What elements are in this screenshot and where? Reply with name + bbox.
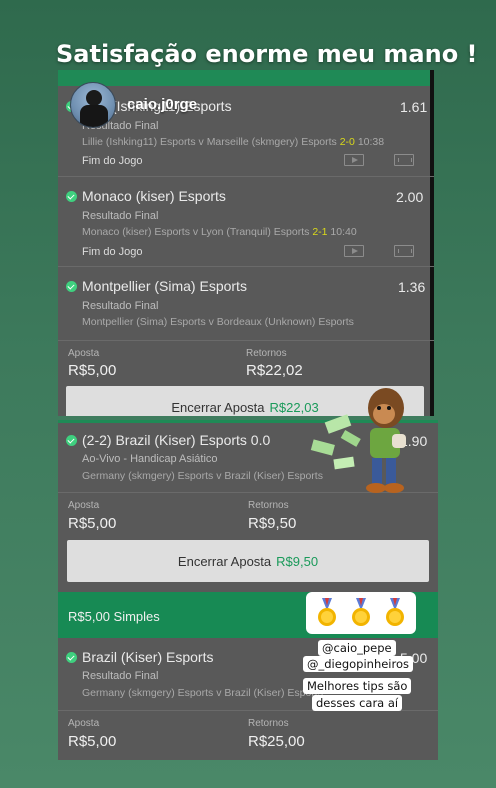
fixture-score: 2-0 [339, 136, 355, 148]
selection-row: Monaco (kiser) Esports 2.00 Resultado Fi… [58, 176, 434, 266]
stake-value: R$5,00 [68, 362, 117, 379]
market-name: Resultado Final [82, 670, 159, 682]
returns-value: R$9,50 [248, 515, 297, 532]
stake-value: R$5,00 [68, 515, 117, 532]
medal-icon [318, 598, 336, 626]
match-stats-icon[interactable] [394, 245, 414, 257]
fixture-teams: Monaco (kiser) Esports v Lyon (Tranquil)… [82, 226, 310, 238]
selection-odds: 1.36 [398, 279, 426, 295]
story-title: Satisfação enorme meu mano ! [56, 40, 478, 68]
returns-label: Retornos [248, 718, 289, 729]
medals-sticker [306, 592, 416, 634]
selection-odds: 2.00 [396, 189, 424, 205]
fixture-text: Germany (skmgery) Esports v Brazil (Kise… [82, 470, 323, 482]
fixture-time: 10:40 [330, 226, 357, 238]
stake-label: Aposta [68, 348, 100, 359]
caption-text: Melhores tips são [303, 678, 412, 694]
check-circle-icon [66, 281, 77, 292]
selection-name: Brazil (Kiser) Esports [82, 649, 214, 665]
market-name: Resultado Final [82, 300, 159, 312]
caption-text: desses cara aí [312, 695, 403, 711]
returns-label: Retornos [246, 348, 287, 359]
returns-value: R$22,02 [246, 362, 303, 379]
fixture-time: 10:38 [357, 136, 385, 148]
fixture-text: Lillie (Ishking11) Esports v Marseille (… [82, 136, 384, 148]
returns-value: R$25,00 [248, 733, 305, 750]
cashout-amount: R$9,50 [276, 553, 319, 569]
match-status: Fim do Jogo [82, 155, 143, 167]
medal-icon [352, 598, 370, 626]
returns-label: Retornos [248, 500, 289, 511]
check-circle-icon [66, 652, 77, 663]
fixture-score: 2-1 [312, 226, 328, 238]
market-name: Ao-Vivo - Handicap Asiático [82, 453, 218, 465]
selection-row: Montpellier (Sima) Esports 1.36 Resultad… [58, 266, 434, 340]
market-name: Resultado Final [82, 210, 159, 222]
medal-icon [386, 598, 404, 626]
top-bar [58, 70, 434, 86]
bet-header-label: R$5,00 Simples [68, 609, 160, 624]
cashout-label: Encerrar Aposta [177, 553, 272, 569]
bet-card-accumulator: (Ishking11) Esports 1.61 Resultado Final… [58, 70, 434, 416]
divider [58, 340, 434, 341]
cashout-label: Encerrar Aposta [171, 399, 265, 415]
play-video-icon[interactable] [344, 245, 364, 257]
stake-label: Aposta [68, 500, 100, 511]
stake-label: Aposta [68, 718, 100, 729]
selection-name: Monaco (kiser) Esports [82, 188, 226, 204]
check-circle-icon [66, 435, 77, 446]
mention-tag[interactable]: @_diegopinheiros [303, 656, 414, 672]
cashout-button[interactable]: Encerrar Aposta R$9,50 [67, 540, 429, 582]
selection-name: Montpellier (Sima) Esports [82, 278, 247, 294]
match-stats-icon[interactable] [394, 154, 414, 166]
money-sticker-icon [310, 388, 406, 493]
mention-tag[interactable]: @caio_pepe [318, 640, 396, 656]
avatar[interactable] [70, 82, 116, 128]
fixture-text: Monaco (kiser) Esports v Lyon (Tranquil)… [82, 226, 357, 238]
selection-odds: 1.61 [400, 99, 428, 115]
fixture-text: Montpellier (Sima) Esports v Bordeaux (U… [82, 316, 354, 328]
check-circle-icon [66, 191, 77, 202]
play-video-icon[interactable] [344, 154, 364, 166]
match-status: Fim do Jogo [82, 246, 143, 258]
username-tag[interactable]: caio.j0rge [127, 96, 197, 113]
selection-name: (2-2) Brazil (Kiser) Esports 0.0 [82, 432, 271, 448]
fixture-teams: Lillie (Ishking11) Esports v Marseille (… [82, 136, 337, 148]
fixture-text: Germany (skmgery) Esports v Brazil (Kise… [82, 687, 323, 699]
stake-value: R$5,00 [68, 733, 117, 750]
